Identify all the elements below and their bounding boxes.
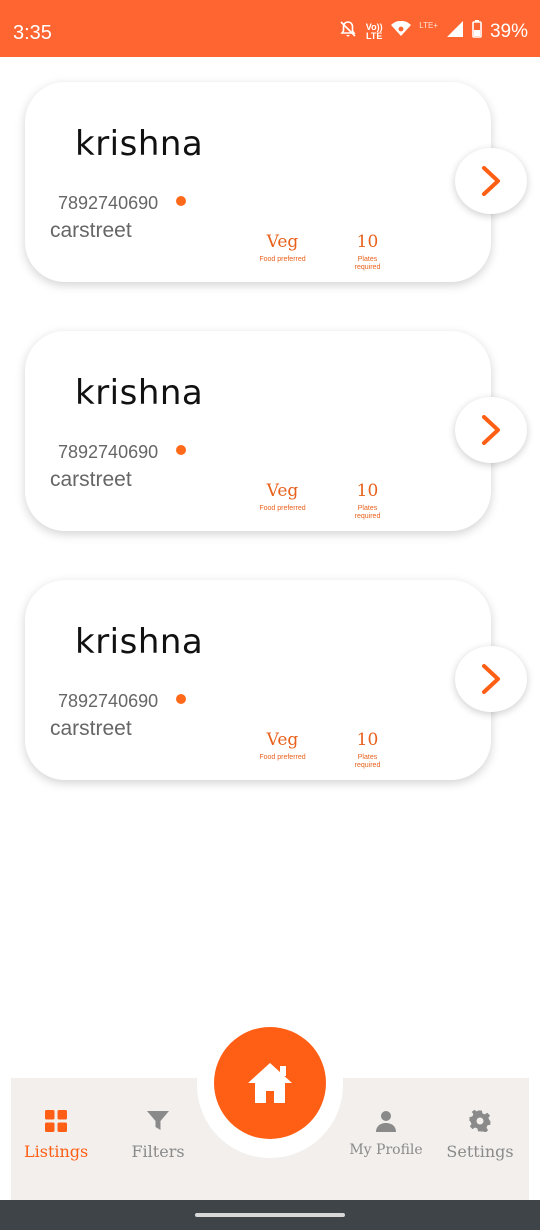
plates-value: 10 <box>356 730 379 750</box>
wifi-icon <box>391 20 412 42</box>
plates-value: 10 <box>356 232 379 252</box>
chevron-right-icon <box>482 166 500 196</box>
donor-street: carstreet <box>50 717 132 740</box>
food-label: Food preferred <box>259 256 306 263</box>
nav-profile-label: My Profile <box>349 1142 423 1158</box>
food-value: Veg <box>266 232 299 252</box>
chevron-right-icon <box>482 415 500 445</box>
nav-listings-label: Listings <box>24 1142 89 1161</box>
donor-name: krishna <box>75 124 204 164</box>
plates-value: 10 <box>356 481 379 501</box>
battery-icon <box>472 20 482 43</box>
status-bar: 3:35 Vo)) LTE LTE+ 39% <box>0 0 540 57</box>
status-time: 3:35 <box>13 22 52 44</box>
gear-icon <box>469 1109 491 1133</box>
volte-label: Vo)) LTE <box>365 21 383 41</box>
donor-phone: 7892740690 <box>58 193 159 213</box>
plates-label: Plates required <box>354 256 381 271</box>
donor-phone: 7892740690 <box>58 691 159 711</box>
donor-phone: 7892740690 <box>58 442 159 462</box>
status-icons: Vo)) LTE LTE+ 39% <box>339 20 528 43</box>
gesture-handle[interactable] <box>195 1213 345 1217</box>
food-value: Veg <box>266 730 299 750</box>
open-listing-button[interactable] <box>455 148 527 214</box>
donor-name: krishna <box>75 373 204 413</box>
listing-card[interactable]: krishna 7892740690 carstreet Veg Food pr… <box>25 331 491 531</box>
chevron-right-icon <box>482 664 500 694</box>
food-preferred: Veg Food preferred <box>255 730 310 762</box>
listing-card[interactable]: krishna 7892740690 carstreet Veg Food pr… <box>25 580 491 780</box>
person-icon <box>376 1111 396 1132</box>
status-dot <box>176 694 186 704</box>
plates-required: 10 Plates required <box>345 481 390 521</box>
nav-listings[interactable]: Listings <box>24 1110 88 1161</box>
status-dot <box>176 196 186 206</box>
status-dot <box>176 445 186 455</box>
open-listing-button[interactable] <box>455 646 527 712</box>
food-value: Veg <box>266 481 299 501</box>
donor-name: krishna <box>75 622 204 662</box>
nav-settings[interactable]: Settings <box>446 1109 514 1161</box>
filter-icon <box>147 1111 169 1130</box>
plates-label: Plates required <box>354 505 381 520</box>
nav-filters[interactable]: Filters <box>128 1110 188 1161</box>
grid-icon <box>45 1110 67 1132</box>
system-nav-bar <box>0 1200 540 1230</box>
food-preferred: Veg Food preferred <box>255 232 310 264</box>
food-label: Food preferred <box>259 754 306 761</box>
nav-profile[interactable]: My Profile <box>349 1110 423 1158</box>
listing-card[interactable]: krishna 7892740690 carstreet Veg Food pr… <box>25 82 491 282</box>
plates-required: 10 Plates required <box>345 232 390 272</box>
mute-icon <box>339 20 357 43</box>
plates-label: Plates required <box>354 754 381 769</box>
donor-street: carstreet <box>50 219 132 242</box>
nav-filters-label: Filters <box>131 1142 185 1161</box>
home-icon <box>248 1063 292 1103</box>
nav-settings-label: Settings <box>446 1142 514 1161</box>
lte-plus-label: LTE+ <box>419 21 438 30</box>
plates-required: 10 Plates required <box>345 730 390 770</box>
battery-percent: 39% <box>489 20 528 42</box>
food-preferred: Veg Food preferred <box>255 481 310 513</box>
home-button[interactable] <box>214 1027 326 1139</box>
signal-icon <box>446 20 464 43</box>
open-listing-button[interactable] <box>455 397 527 463</box>
food-label: Food preferred <box>259 505 306 512</box>
donor-street: carstreet <box>50 468 132 491</box>
